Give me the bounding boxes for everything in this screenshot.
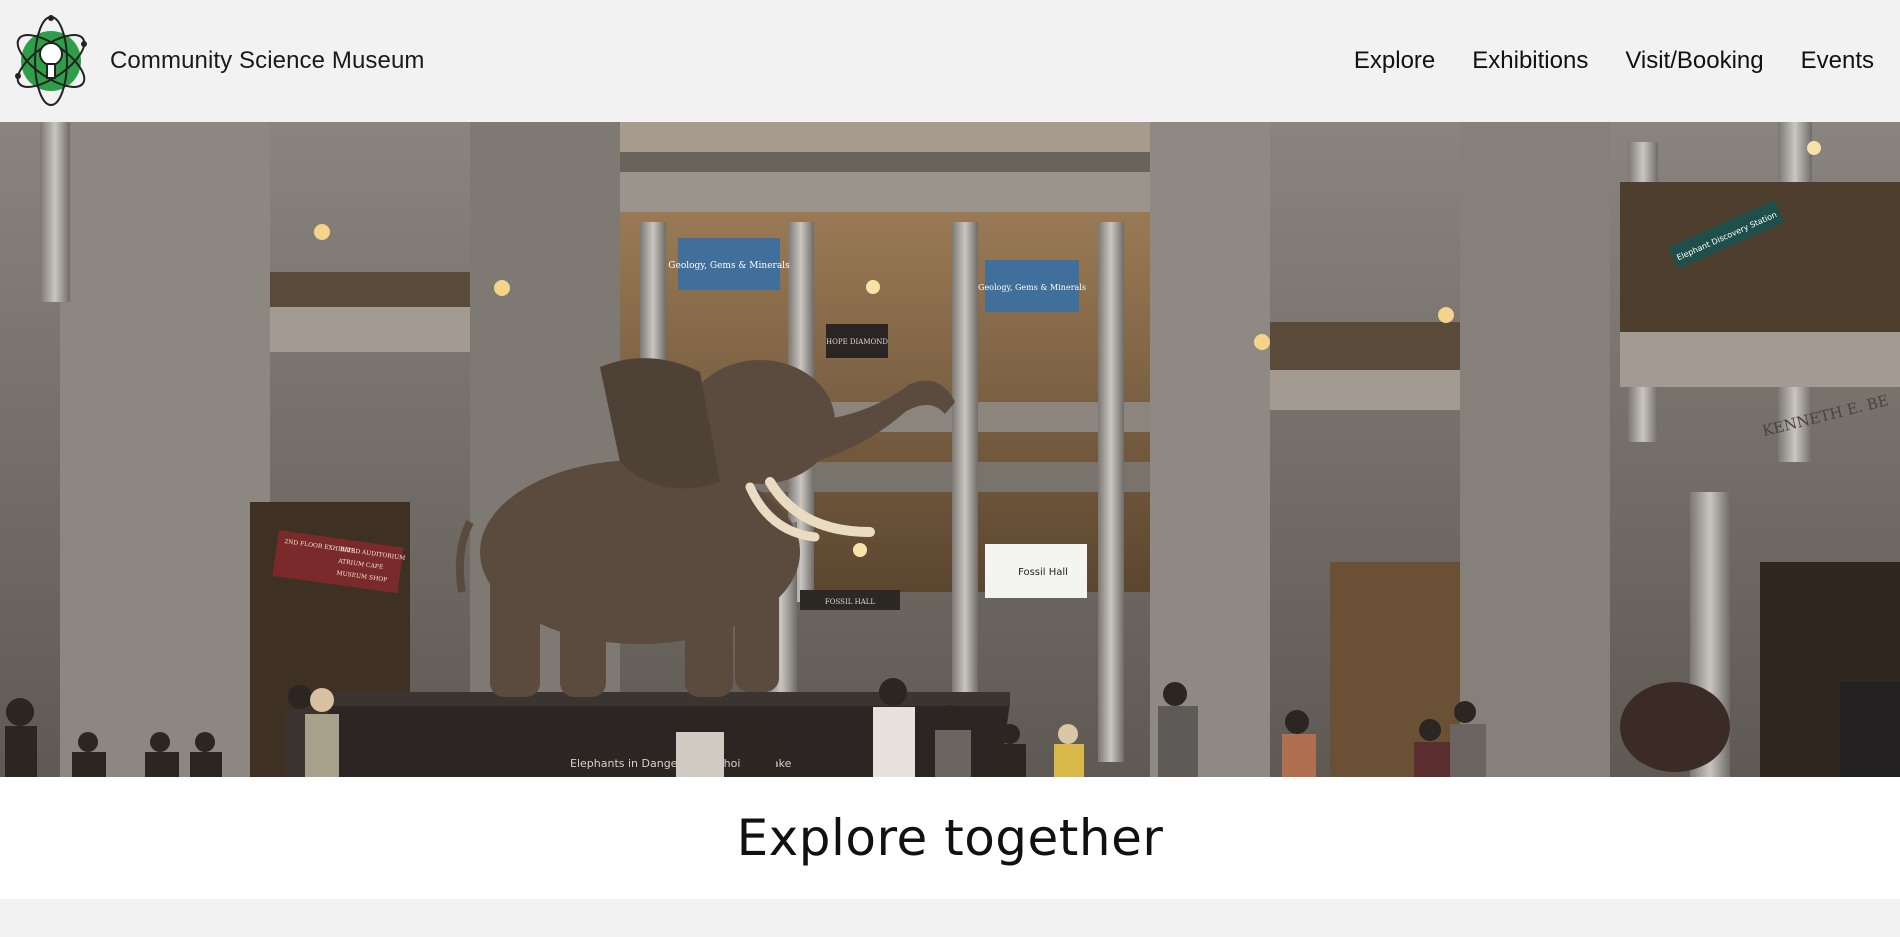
svg-text:Geology, Gems & Minerals: Geology, Gems & Minerals: [978, 283, 1086, 292]
nav-visit-booking[interactable]: Visit/Booking: [1625, 47, 1763, 75]
site-header: Community Science Museum Explore Exhibit…: [0, 0, 1900, 122]
main-nav: Explore Exhibitions Visit/Booking Events: [1317, 47, 1874, 75]
svg-text:HOPE DIAMOND: HOPE DIAMOND: [826, 338, 888, 346]
nav-events[interactable]: Events: [1801, 47, 1874, 75]
svg-text:Fossil Hall: Fossil Hall: [1018, 567, 1068, 578]
svg-text:Geology, Gems & Minerals: Geology, Gems & Minerals: [668, 261, 790, 271]
atom-lightbulb-icon[interactable]: [10, 14, 92, 108]
intro-section: Explore together: [0, 777, 1900, 899]
hero-image: Geology, Gems & Minerals Geology, Gems &…: [0, 122, 1900, 777]
next-section-strip: [0, 899, 1900, 937]
svg-text:FOSSIL HALL: FOSSIL HALL: [825, 598, 876, 606]
rotunda-elephant-photo: Geology, Gems & Minerals Geology, Gems &…: [0, 122, 1900, 777]
nav-exhibitions[interactable]: Exhibitions: [1472, 47, 1588, 75]
section-heading: Explore together: [736, 809, 1164, 867]
nav-explore[interactable]: Explore: [1354, 47, 1435, 75]
site-name[interactable]: Community Science Museum: [110, 47, 425, 75]
brand[interactable]: Community Science Museum: [10, 14, 425, 108]
